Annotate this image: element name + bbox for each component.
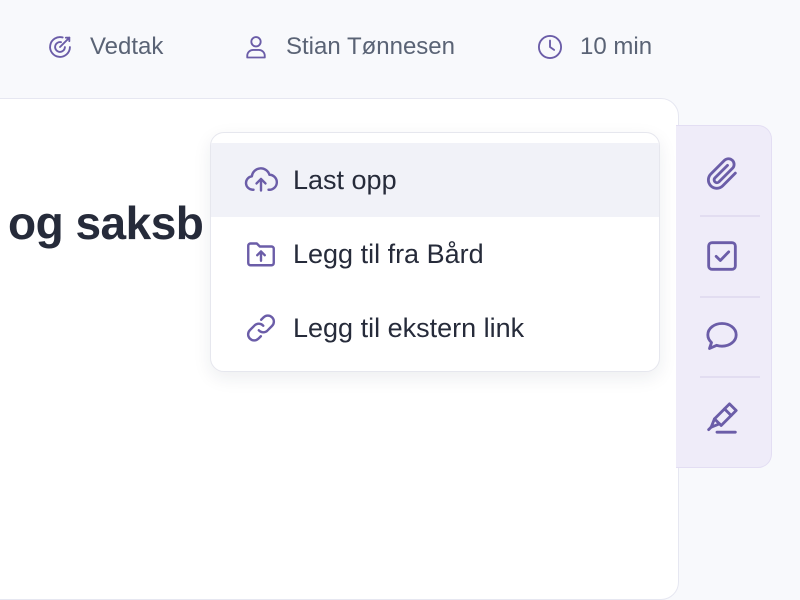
tool-divider: [700, 296, 760, 298]
menu-item-add-from-bard[interactable]: Legg til fra Bård: [211, 217, 659, 291]
meta-type-label: Vedtak: [90, 33, 164, 60]
target-check-icon: [49, 36, 71, 58]
menu-item-external-link[interactable]: Legg til ekstern link: [211, 291, 659, 365]
meta-assignee-name: Stian Tønnesen: [286, 33, 455, 60]
document-title: og saksb: [8, 197, 204, 249]
tool-rail: [676, 125, 772, 468]
menu-item-upload[interactable]: Last opp: [211, 143, 659, 217]
checkbox-icon: [707, 241, 737, 271]
document-meta-bar: Vedtak Stian Tønnesen 10 min: [0, 0, 800, 95]
tool-divider: [700, 215, 760, 217]
clock-icon: [537, 34, 563, 60]
meta-type[interactable]: Vedtak: [46, 30, 163, 64]
menu-item-label: Last opp: [293, 164, 397, 195]
tool-divider: [700, 376, 760, 378]
folder-upload-icon: [247, 242, 275, 267]
chat-bubble-icon: [706, 322, 738, 350]
meta-duration: 10 min: [536, 30, 652, 64]
sign-button[interactable]: [700, 396, 744, 440]
meta-duration-label: 10 min: [580, 33, 653, 60]
task-button[interactable]: [700, 234, 744, 278]
cloud-upload-icon: [244, 167, 278, 192]
paperclip-icon: [706, 157, 737, 190]
attach-button[interactable]: [700, 152, 744, 196]
signature-pen-icon: [707, 402, 738, 434]
add-attachment-menu: Last opp Legg til fra Bård Legg til ekst…: [210, 132, 660, 372]
menu-item-label: Legg til ekstern link: [293, 312, 525, 343]
menu-item-label: Legg til fra Bård: [293, 238, 484, 269]
user-icon: [246, 36, 266, 59]
comment-button[interactable]: [700, 314, 744, 358]
link-icon: [247, 314, 275, 342]
meta-assignee[interactable]: Stian Tønnesen: [242, 30, 455, 64]
